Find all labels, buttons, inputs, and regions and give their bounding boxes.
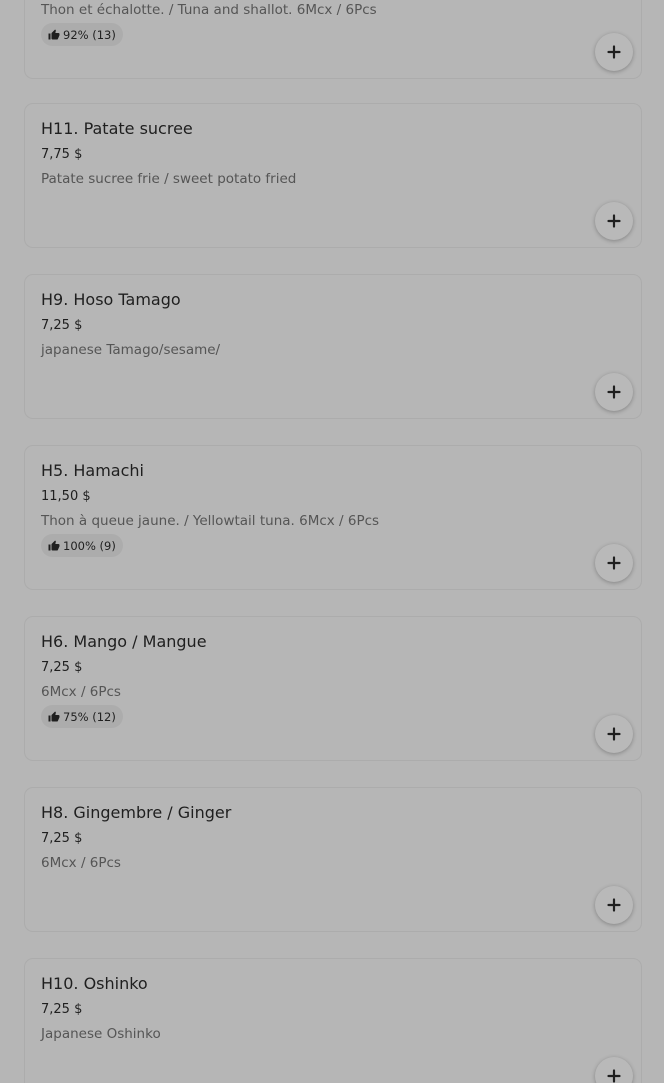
thumbs-up-icon [48, 540, 60, 550]
item-price: 11,50 $ [41, 489, 91, 504]
item-price: 7,75 $ [41, 147, 83, 162]
item-price: 7,25 $ [41, 318, 83, 333]
item-description: japanese Tamago/sesame/ [41, 342, 221, 358]
menu-item-card[interactable]: H10. Oshinko 7,25 $ Japanese Oshinko [24, 958, 642, 1083]
item-price: 7,25 $ [41, 831, 83, 846]
menu-item-card[interactable]: H5. Hamachi 11,50 $ Thon à queue jaune. … [24, 445, 642, 590]
item-description: Thon à queue jaune. / Yellowtail tuna. 6… [41, 513, 380, 529]
plus-icon [607, 385, 621, 399]
plus-icon [607, 727, 621, 741]
rating-value: 75% (12) [63, 709, 116, 724]
menu-item-card[interactable]: H9. Hoso Tamago 7,25 $ japanese Tamago/s… [24, 274, 642, 419]
item-title: H5. Hamachi [41, 461, 144, 480]
rating-badge: 75% (12) [41, 705, 123, 728]
rating-value: 100% (9) [63, 538, 116, 553]
item-title: H9. Hoso Tamago [41, 290, 181, 309]
add-to-cart-button[interactable] [595, 715, 633, 753]
menu-item-card[interactable]: Thon et échalotte. / Tuna and shallot. 6… [24, 0, 642, 79]
add-to-cart-button[interactable] [595, 1057, 633, 1083]
plus-icon [607, 898, 621, 912]
plus-icon [607, 556, 621, 570]
menu-item-card[interactable]: H11. Patate sucree 7,75 $ Patate sucree … [24, 103, 642, 248]
add-to-cart-button[interactable] [595, 202, 633, 240]
rating-badge: 92% (13) [41, 23, 123, 46]
add-to-cart-button[interactable] [595, 373, 633, 411]
item-description: Japanese Oshinko [41, 1026, 161, 1042]
item-title: H11. Patate sucree [41, 119, 193, 138]
rating-value: 92% (13) [63, 27, 116, 42]
item-description: Thon et échalotte. / Tuna and shallot. 6… [41, 2, 377, 18]
menu-item-list: Thon et échalotte. / Tuna and shallot. 6… [0, 0, 664, 1083]
item-description: 6Mcx / 6Pcs [41, 684, 121, 700]
item-title: H8. Gingembre / Ginger [41, 803, 232, 822]
item-title: H6. Mango / Mangue [41, 632, 207, 651]
thumbs-up-icon [48, 711, 60, 721]
add-to-cart-button[interactable] [595, 886, 633, 924]
menu-item-card[interactable]: H6. Mango / Mangue 7,25 $ 6Mcx / 6Pcs 75… [24, 616, 642, 761]
item-price: 7,25 $ [41, 1002, 83, 1017]
item-description: Patate sucree frie / sweet potato fried [41, 171, 297, 187]
rating-badge: 100% (9) [41, 534, 123, 557]
thumbs-up-icon [48, 29, 60, 39]
menu-item-card[interactable]: H8. Gingembre / Ginger 7,25 $ 6Mcx / 6Pc… [24, 787, 642, 932]
item-description: 6Mcx / 6Pcs [41, 855, 121, 871]
add-to-cart-button[interactable] [595, 33, 633, 71]
item-title: H10. Oshinko [41, 974, 148, 993]
plus-icon [607, 1069, 621, 1083]
plus-icon [607, 45, 621, 59]
item-price: 7,25 $ [41, 660, 83, 675]
add-to-cart-button[interactable] [595, 544, 633, 582]
plus-icon [607, 214, 621, 228]
